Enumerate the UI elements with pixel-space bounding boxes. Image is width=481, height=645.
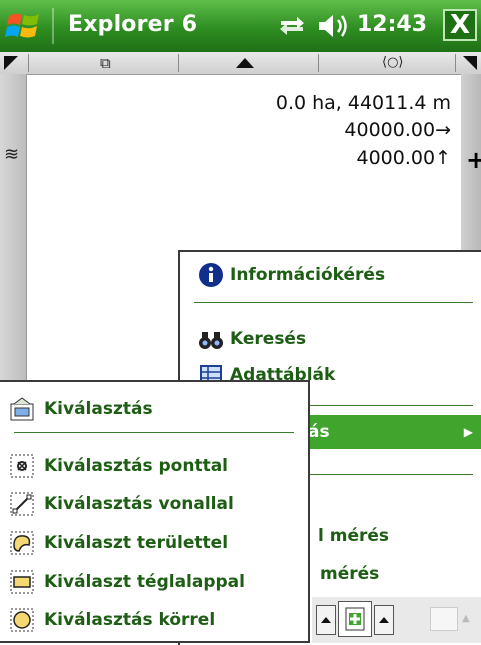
circle-select-icon <box>10 608 34 632</box>
map-toolbar: ⧉ ⟨○⟩ <box>0 52 481 75</box>
submenu-item-select-circle[interactable]: Kiválasztás körrel <box>10 603 215 637</box>
input-arrow-icon[interactable]: ▲ <box>462 613 470 624</box>
submenu-item-select-rectangle[interactable]: Kiválaszt téglalappal <box>10 565 245 599</box>
arrow-up-icon <box>321 617 331 623</box>
submenu-item-select-point[interactable]: Kiválasztás ponttal <box>10 449 228 483</box>
rectangle-select-icon <box>10 570 34 594</box>
y-coordinate-readout: 4000.00↑ <box>356 147 452 169</box>
binoculars-icon <box>199 332 223 349</box>
crosshair-icon: + <box>466 146 481 174</box>
x-coordinate-readout: 40000.00→ <box>344 119 451 141</box>
add-layer-button[interactable] <box>338 601 372 637</box>
pan-up-icon[interactable] <box>236 58 254 68</box>
menu-item-label: Információkérés <box>230 265 386 285</box>
pan-top-left-icon[interactable] <box>4 56 18 70</box>
submenu-item-label: Kiválaszt területtel <box>44 533 229 553</box>
menu-item-label: ás <box>308 422 330 442</box>
toolbar-divider <box>28 54 29 72</box>
info-icon <box>199 263 223 287</box>
submenu-item-select-line[interactable]: Kiválasztás vonallal <box>10 487 234 521</box>
start-menu-icon[interactable] <box>4 6 44 46</box>
submenu-item-label: Kiválasztás vonallal <box>44 494 234 514</box>
menu-item-information[interactable]: Információkérés <box>180 258 481 292</box>
toolbar-divider <box>318 54 319 72</box>
select-icon <box>10 397 34 421</box>
layers-icon[interactable]: ≋ <box>4 144 19 165</box>
submenu-item-label: Kiválasztás <box>44 399 153 419</box>
submenu-item-select[interactable]: Kiválasztás <box>10 392 153 426</box>
title-separator <box>52 8 54 44</box>
submenu-item-label: Kiválasztás ponttal <box>44 456 229 476</box>
add-document-icon <box>345 607 365 631</box>
app-title: Explorer 6 <box>68 12 198 37</box>
toolbar-divider <box>455 54 456 72</box>
volume-icon[interactable] <box>316 12 350 40</box>
scroll-up-button[interactable] <box>316 605 336 635</box>
submenu-item-select-area[interactable]: Kiválaszt területtel <box>10 526 228 560</box>
title-bar: Explorer 6 12:43 X <box>0 0 481 52</box>
pan-top-right-icon[interactable] <box>463 56 477 70</box>
point-select-icon <box>10 454 34 478</box>
close-button[interactable]: X <box>443 9 477 41</box>
toolbar-divider <box>178 54 179 72</box>
menu-item-search[interactable]: Keresés <box>180 322 481 356</box>
menu-separator <box>194 302 473 303</box>
connectivity-icon[interactable] <box>277 13 307 39</box>
keyboard-icon[interactable] <box>430 607 458 631</box>
selection-submenu: Kiválasztás Kiválasztás ponttal Kiválasz… <box>0 380 310 643</box>
line-select-icon <box>10 492 34 516</box>
area-distance-readout: 0.0 ha, 44011.4 m <box>275 92 451 114</box>
zoom-extent-icon[interactable]: ⟨○⟩ <box>382 53 404 73</box>
menu-item-label: mérés <box>320 564 380 584</box>
submenu-separator <box>14 432 294 433</box>
clock[interactable]: 12:43 <box>357 12 427 37</box>
area-select-icon <box>10 531 34 555</box>
arrow-up-icon <box>379 617 389 623</box>
scroll-down-button[interactable] <box>374 605 394 635</box>
zoom-window-icon[interactable]: ⧉ <box>100 53 111 73</box>
menu-item-label: Keresés <box>230 329 307 349</box>
bottom-toolbar: ▲ <box>312 597 481 643</box>
submenu-item-label: Kiválasztás körrel <box>44 610 216 630</box>
submenu-arrow-icon: ▶ <box>463 425 473 439</box>
submenu-item-label: Kiválaszt téglalappal <box>44 572 245 592</box>
menu-item-label: l mérés <box>318 526 390 546</box>
